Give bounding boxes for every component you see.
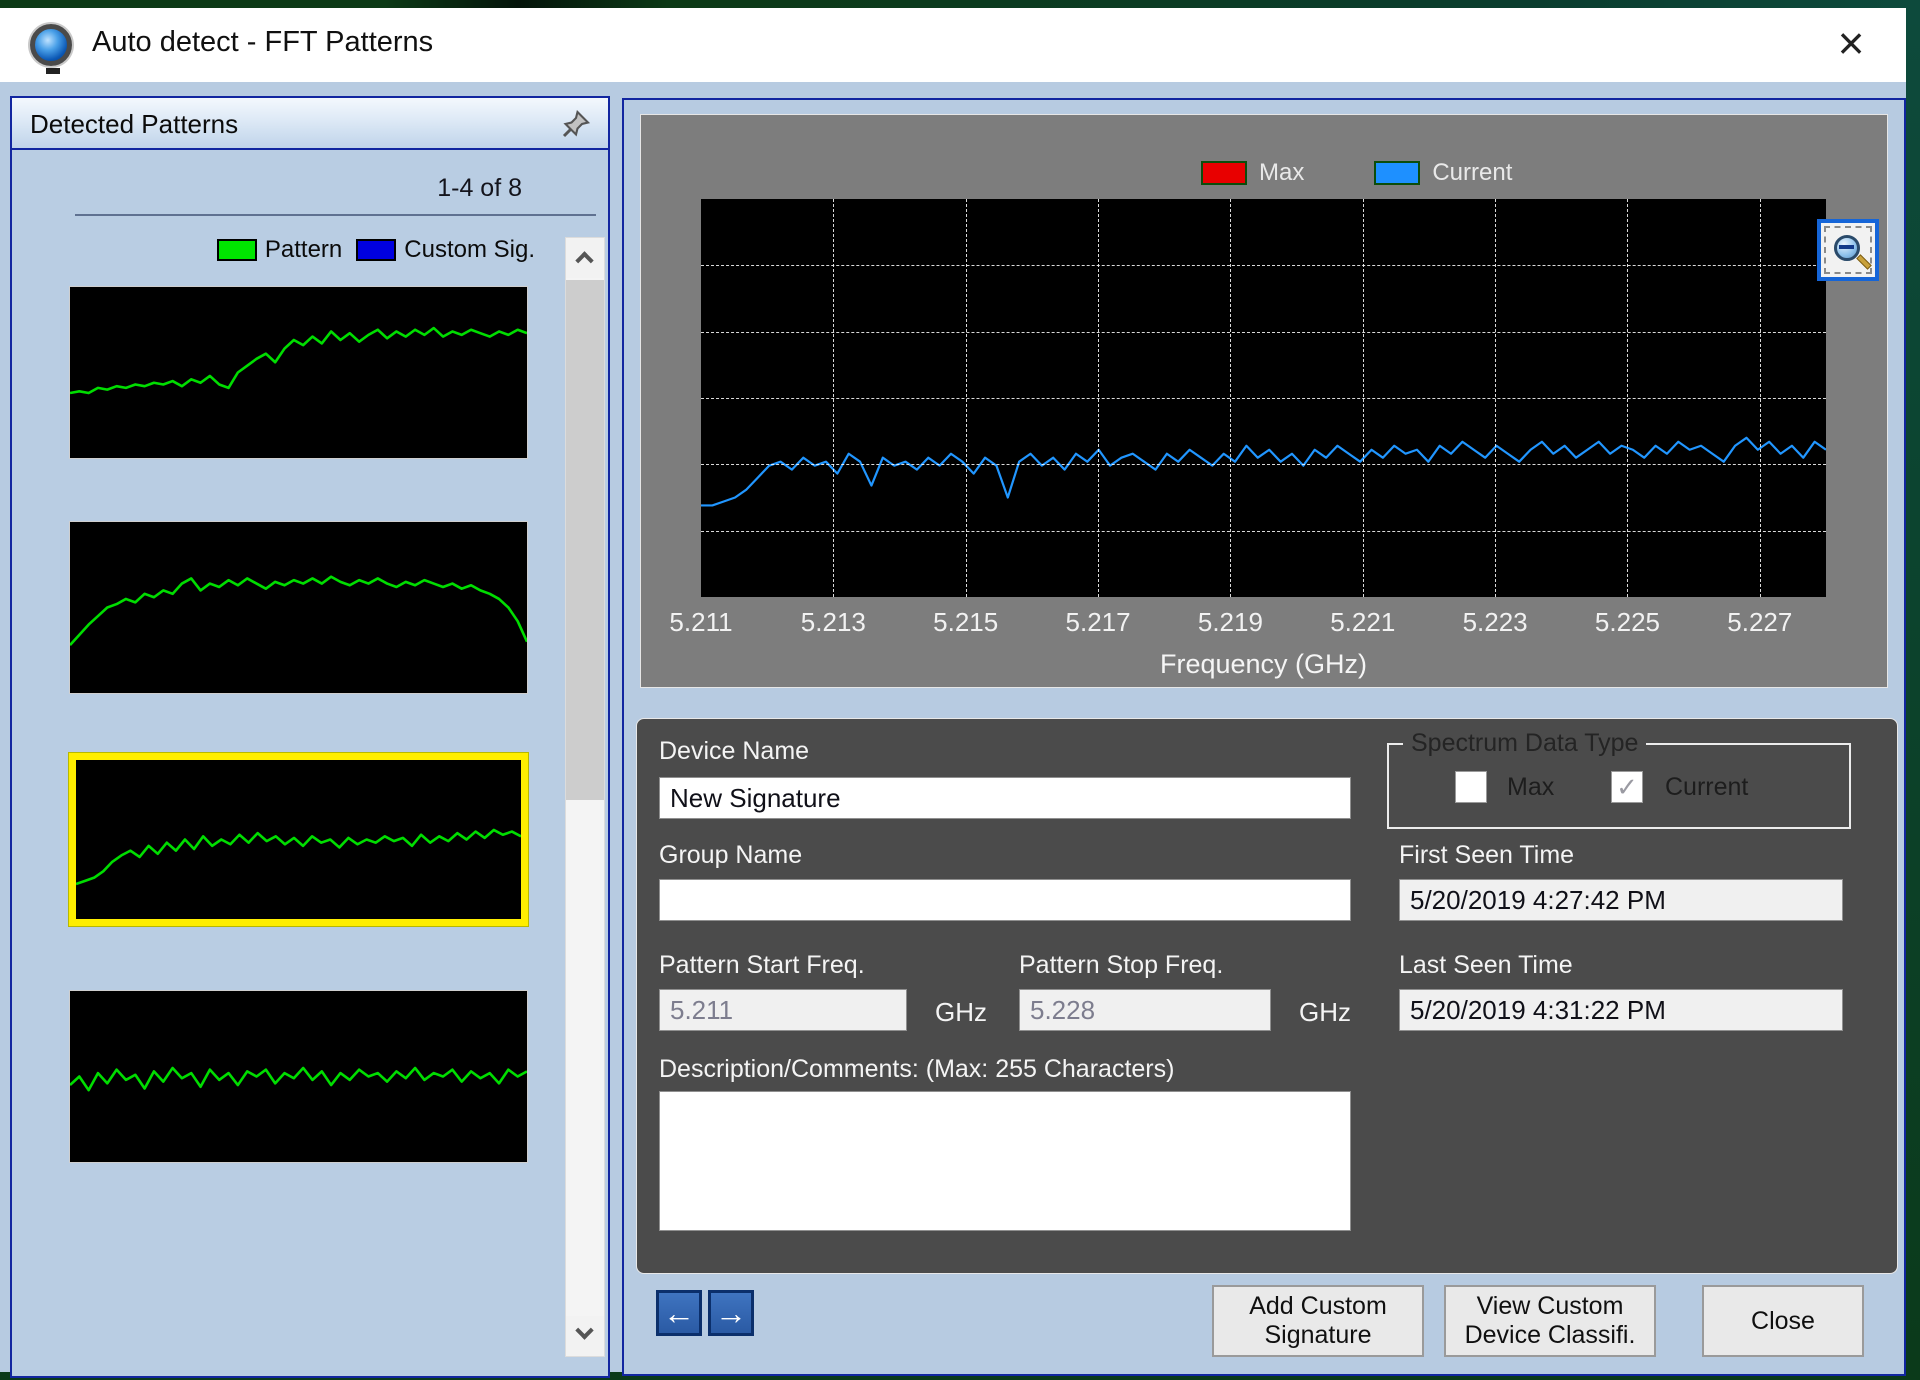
x-tick-label: 5.227 (1727, 607, 1792, 638)
detected-patterns-header: Detected Patterns (12, 98, 608, 150)
last-seen-field (1399, 989, 1843, 1031)
x-axis-title: Frequency (GHz) (701, 649, 1826, 680)
start-freq-unit: GHz (935, 997, 987, 1028)
gridline-horizontal (701, 531, 1826, 532)
add-custom-signature-button[interactable]: Add Custom Signature (1212, 1285, 1424, 1357)
x-axis-ticks: 5.2115.2135.2155.2175.2195.2215.2235.225… (701, 607, 1826, 641)
spectrum-data-type-group: Spectrum Data Type Max ✓ Current (1387, 743, 1851, 829)
legend-label: Current (1432, 159, 1512, 187)
pattern-count-label: 1-4 of 8 (437, 174, 522, 203)
window-title: Auto detect - FFT Patterns (92, 26, 433, 59)
x-tick-label: 5.221 (1330, 607, 1395, 638)
separator-line (75, 214, 596, 216)
desktop: Auto detect - FFT Patterns × Detected Pa… (0, 0, 1920, 1380)
stop-freq-field (1019, 989, 1271, 1031)
description-field[interactable] (659, 1091, 1351, 1231)
gridline-horizontal (701, 332, 1826, 333)
max-checkbox-label: Max (1507, 773, 1554, 802)
scrollbar-down-button[interactable] (566, 1316, 604, 1356)
legend-label: Custom Sig. (404, 236, 535, 264)
max-checkbox[interactable] (1455, 771, 1487, 803)
legend-item: Current (1374, 159, 1512, 187)
scrollbar-up-button[interactable] (566, 238, 604, 278)
device-name-label: Device Name (659, 737, 809, 766)
legend-swatch (1201, 161, 1247, 185)
x-tick-label: 5.225 (1595, 607, 1660, 638)
next-pattern-button[interactable]: → (708, 1290, 754, 1336)
spectrum-chart-legend: Max Current (1201, 159, 1512, 187)
spectrum-chart-container: Max Current 5.211 5.213 5.215 5.217 5.219 5.22… (640, 114, 1888, 688)
first-seen-label: First Seen Time (1399, 841, 1574, 870)
previous-pattern-button[interactable]: ← (656, 1290, 702, 1336)
signature-detail-panel: Max Current 5.211 5.213 5.215 5.217 5.219 5.22… (622, 98, 1906, 1376)
pin-icon[interactable] (558, 106, 594, 142)
x-tick-label: 5.223 (1463, 607, 1528, 638)
current-checkbox-label: Current (1665, 773, 1748, 802)
group-name-field[interactable] (659, 879, 1351, 921)
detected-patterns-panel: Detected Patterns 1-4 of 8 Pattern Custom… (10, 96, 610, 1378)
scrollbar-thumb[interactable] (566, 280, 604, 800)
description-label: Description/Comments: (Max: 255 Characte… (659, 1055, 1174, 1084)
gridline-horizontal (701, 464, 1826, 465)
chevron-up-icon (575, 251, 593, 269)
title-bar: Auto detect - FFT Patterns × (0, 8, 1906, 82)
pattern-legend: Pattern Custom Sig. (217, 236, 535, 264)
view-custom-device-button[interactable]: View Custom Device Classifi. (1444, 1285, 1656, 1357)
signature-form: Device Name Spectrum Data Type Max ✓ Cur… (636, 718, 1898, 1274)
legend-label: Pattern (265, 236, 342, 264)
zoom-out-button[interactable] (1817, 219, 1879, 281)
chevron-down-icon (575, 1321, 593, 1339)
legend-swatch (356, 239, 396, 261)
spectrum-plot (701, 199, 1826, 597)
close-icon[interactable]: × (1824, 16, 1878, 70)
spectrum-data-type-title: Spectrum Data Type (1403, 729, 1646, 758)
gridline-horizontal (701, 398, 1826, 399)
legend-item: Max (1201, 159, 1304, 187)
x-tick-label: 5.213 (801, 607, 866, 638)
app-icon (30, 24, 72, 66)
dialog-window: Auto detect - FFT Patterns × Detected Pa… (0, 8, 1906, 1372)
group-name-label: Group Name (659, 841, 802, 870)
stop-freq-unit: GHz (1299, 997, 1351, 1028)
device-name-field[interactable] (659, 777, 1351, 819)
gridline-horizontal (701, 265, 1826, 266)
dialog-client-area: Detected Patterns 1-4 of 8 Pattern Custom… (0, 82, 1906, 1372)
first-seen-field (1399, 879, 1843, 921)
close-button[interactable]: Close (1702, 1285, 1864, 1357)
stop-freq-label: Pattern Stop Freq. (1019, 951, 1223, 980)
detected-patterns-title: Detected Patterns (30, 109, 238, 140)
legend-label: Max (1259, 159, 1304, 187)
current-checkbox[interactable]: ✓ (1611, 771, 1643, 803)
x-tick-label: 5.211 (669, 607, 732, 638)
x-tick-label: 5.215 (933, 607, 998, 638)
start-freq-field (659, 989, 907, 1031)
scrollbar[interactable] (565, 237, 605, 1357)
start-freq-label: Pattern Start Freq. (659, 951, 865, 980)
desktop-edge-top (0, 0, 1920, 8)
zoom-out-icon (1824, 226, 1872, 274)
x-tick-label: 5.217 (1066, 607, 1131, 638)
pattern-thumbnail[interactable] (69, 286, 528, 459)
legend-item: Pattern (217, 236, 342, 264)
pattern-thumbnail-selected[interactable] (69, 753, 528, 926)
legend-item: Custom Sig. (356, 236, 535, 264)
pattern-thumbnail[interactable] (69, 521, 528, 694)
legend-swatch (217, 239, 257, 261)
desktop-edge-right (1906, 0, 1920, 1380)
pattern-thumbnail[interactable] (69, 990, 528, 1163)
last-seen-label: Last Seen Time (1399, 951, 1573, 980)
legend-swatch (1374, 161, 1420, 185)
x-tick-label: 5.219 (1198, 607, 1263, 638)
